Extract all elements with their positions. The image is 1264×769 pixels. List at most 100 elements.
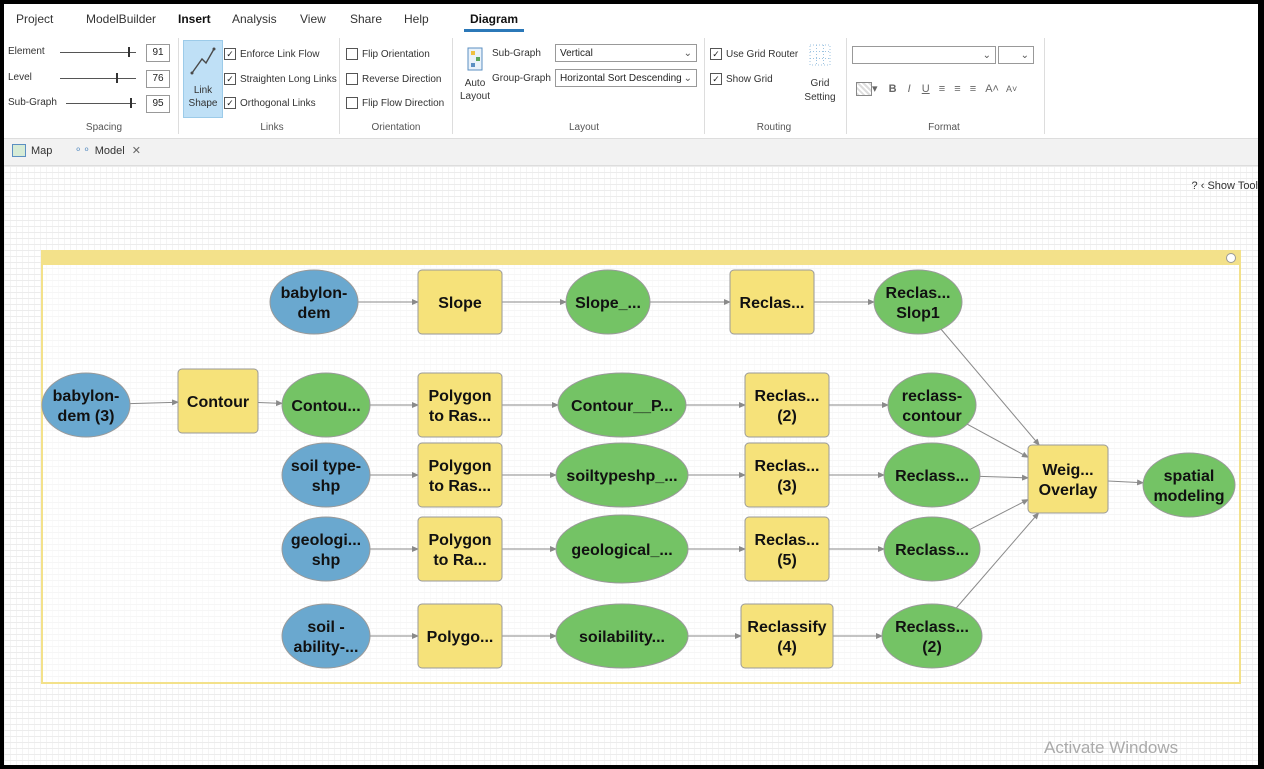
reverse-direction-label: Reverse Direction	[362, 73, 442, 85]
model-output-node[interactable]: reclass-contour	[887, 372, 977, 438]
node-label: Polygo...	[427, 629, 494, 646]
check-icon: ✓	[710, 73, 722, 85]
node-label: babylon-	[53, 388, 120, 405]
auto-layout-button[interactable]: Auto Layout	[458, 44, 492, 114]
sub-graph-value-box[interactable]: 95	[146, 95, 170, 113]
group-graph-dropdown[interactable]: Horizontal Sort Descending ⌄	[555, 69, 697, 87]
model-input-node[interactable]: soil type-shp	[281, 442, 371, 508]
app-window: Project ModelBuilder Insert Analysis Vie…	[4, 4, 1258, 765]
element-slider-thumb[interactable]	[128, 47, 130, 57]
menu-project[interactable]: Project	[16, 12, 53, 26]
font-family-dropdown[interactable]: ⌄	[852, 46, 996, 64]
flip-flow-direction-label: Flip Flow Direction	[362, 97, 445, 109]
model-output-node[interactable]: Reclass...	[883, 442, 981, 508]
separator	[452, 38, 453, 134]
model-tool-node[interactable]: Polygon to Ras...	[417, 372, 503, 438]
italic-icon[interactable]: I	[908, 83, 911, 95]
model-tool-node[interactable]: Reclas... (5)	[744, 516, 830, 582]
check-icon: ✓	[224, 73, 236, 85]
fill-color-icon[interactable]	[856, 82, 872, 97]
menu-modelbuilder[interactable]: ModelBuilder	[86, 12, 156, 26]
chevron-down-icon[interactable]: ▾	[872, 83, 878, 95]
sub-graph-slider-thumb[interactable]	[130, 98, 132, 108]
model-output-node[interactable]: soilability...	[555, 603, 689, 669]
close-icon[interactable]: ✕	[132, 144, 141, 157]
flip-orientation-checkbox[interactable]: Flip Orientation	[346, 48, 430, 60]
model-input-node[interactable]: soil - ability-...	[281, 603, 371, 669]
model-tool-node[interactable]: Reclas...	[729, 269, 815, 335]
reverse-direction-checkbox[interactable]: Reverse Direction	[346, 73, 441, 85]
align-left-icon[interactable]: ≡	[939, 83, 945, 95]
node-shape	[887, 372, 977, 438]
align-center-icon[interactable]: ≡	[954, 83, 960, 95]
model-link[interactable]	[969, 499, 1029, 530]
menu-diagram[interactable]: Diagram	[463, 12, 525, 32]
tab-map[interactable]: Map	[12, 144, 52, 157]
menu-analysis[interactable]: Analysis	[232, 12, 277, 26]
model-tool-node[interactable]: Contour	[177, 368, 259, 434]
model-link[interactable]	[979, 474, 1029, 481]
model-output-node[interactable]: Reclas... Slop1	[873, 269, 963, 335]
show-grid-label: Show Grid	[726, 73, 773, 85]
element-value-box[interactable]: 91	[146, 44, 170, 62]
node-label: Reclassify	[747, 619, 826, 636]
grid-setting-label-2: Setting	[804, 92, 836, 103]
straighten-long-links-checkbox[interactable]: ✓ Straighten Long Links	[224, 73, 337, 85]
model-output-node[interactable]: Reclass... (2)	[881, 603, 983, 669]
model-link[interactable]	[257, 400, 284, 407]
flip-flow-direction-checkbox[interactable]: Flip Flow Direction	[346, 97, 444, 109]
model-tool-node[interactable]: Reclas... (2)	[744, 372, 830, 438]
font-size-dropdown[interactable]: ⌄	[998, 46, 1034, 64]
model-tool-node[interactable]: Polygon to Ras...	[417, 442, 503, 508]
model-output-node[interactable]: Reclass...	[883, 516, 981, 582]
enforce-link-flow-checkbox[interactable]: ✓ Enforce Link Flow	[224, 48, 319, 60]
model-output-node[interactable]: geological_...	[555, 514, 689, 584]
grid-setting-button[interactable]: Grid Setting	[800, 42, 840, 114]
model-tool-node[interactable]: Reclas... (3)	[744, 442, 830, 508]
model-tool-node[interactable]: Polygo...	[417, 603, 503, 669]
menu-share[interactable]: Share	[350, 12, 382, 26]
model-input-node[interactable]: babylon-dem	[269, 269, 359, 335]
menu-view[interactable]: View	[300, 12, 326, 26]
menu-insert[interactable]: Insert	[178, 12, 211, 26]
use-grid-router-checkbox[interactable]: ✓ Use Grid Router	[710, 48, 798, 60]
tab-model[interactable]: ⚬⚬ Model ✕	[74, 144, 141, 158]
node-label: ability-...	[294, 639, 359, 656]
model-link[interactable]	[966, 423, 1029, 458]
increase-font-icon[interactable]: A˄	[985, 83, 999, 95]
orthogonal-links-checkbox[interactable]: ✓ Orthogonal Links	[224, 97, 316, 109]
element-slider[interactable]	[60, 52, 136, 53]
node-label: (2)	[922, 639, 942, 656]
model-canvas[interactable]: ? ‹ Show Tool babylon-dem Slope Slope_... R…	[4, 166, 1258, 765]
model-output-node[interactable]: Contour__P...	[557, 372, 687, 438]
node-shape	[744, 372, 830, 438]
model-tool-node[interactable]: Reclassify (4)	[740, 603, 834, 669]
sub-graph-dropdown[interactable]: Vertical ⌄	[555, 44, 697, 62]
align-right-icon[interactable]: ≡	[970, 83, 976, 95]
level-slider[interactable]	[60, 78, 136, 79]
model-link[interactable]	[1107, 479, 1145, 486]
underline-icon[interactable]: U	[922, 83, 930, 95]
model-output-node[interactable]: spatial modeling	[1142, 452, 1236, 518]
model-tool-node[interactable]: Weig... Overlay	[1027, 444, 1109, 514]
orthogonal-links-label: Orthogonal Links	[240, 97, 316, 109]
link-shape-button[interactable]: Link Shape	[183, 40, 223, 118]
menu-help[interactable]: Help	[404, 12, 429, 26]
model-tool-node[interactable]: Polygon to Ra...	[417, 516, 503, 582]
level-value-box[interactable]: 76	[146, 70, 170, 88]
node-shape	[281, 442, 371, 508]
node-label: Reclas...	[755, 388, 820, 405]
model-link[interactable]	[129, 399, 179, 406]
model-output-node[interactable]: Contou...	[281, 372, 371, 438]
spacing-group-title: Spacing	[85, 122, 123, 133]
bold-icon[interactable]: B	[889, 83, 897, 95]
model-tool-node[interactable]: Slope	[417, 269, 503, 335]
model-output-node[interactable]: Slope_...	[565, 269, 651, 335]
show-grid-checkbox[interactable]: ✓ Show Grid	[710, 73, 773, 85]
model-output-node[interactable]: soiltypeshp_...	[555, 442, 689, 508]
model-input-node[interactable]: geologi... shp	[281, 516, 371, 582]
sub-graph-slider[interactable]	[66, 103, 136, 104]
decrease-font-icon[interactable]: A˅	[1006, 84, 1017, 94]
level-slider-thumb[interactable]	[116, 73, 118, 83]
model-input-node[interactable]: babylon-dem (3)	[41, 372, 131, 438]
